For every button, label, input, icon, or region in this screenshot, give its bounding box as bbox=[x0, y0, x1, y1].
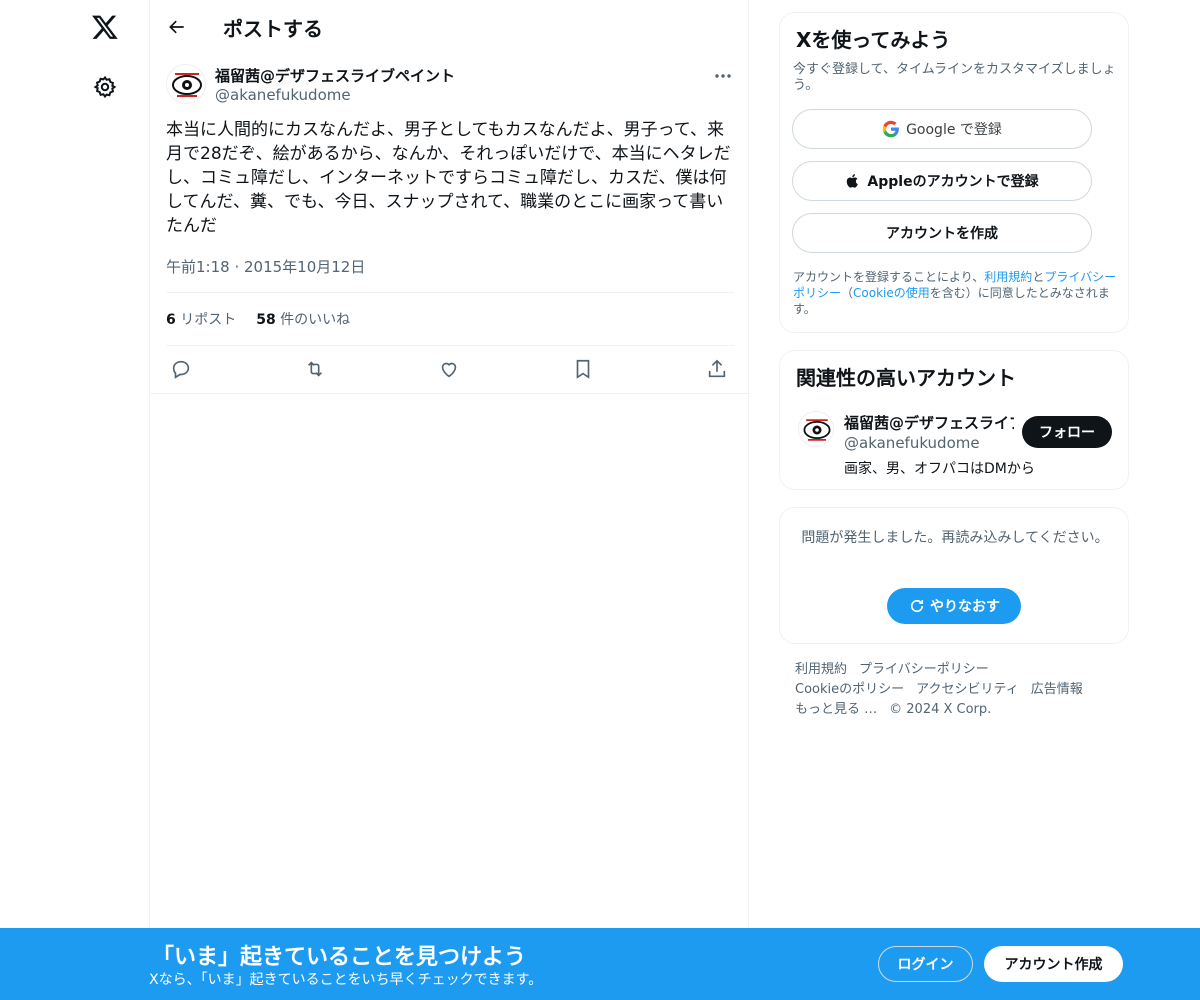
divider bbox=[166, 292, 734, 293]
repost-label: リポスト bbox=[180, 312, 237, 328]
reply-icon[interactable] bbox=[166, 356, 196, 382]
retry-button[interactable]: やりなおす bbox=[887, 588, 1021, 624]
more-options-icon[interactable] bbox=[710, 66, 736, 86]
like-label: 件のいいね bbox=[280, 312, 351, 328]
tweet-author: 福留茜@デザフェスライブペイント @akanefukudome bbox=[166, 64, 736, 108]
footer-ads-link[interactable]: 広告情報 bbox=[1031, 682, 1083, 697]
google-icon bbox=[882, 120, 899, 138]
repost-icon[interactable] bbox=[300, 356, 330, 382]
banner-title: 「いま」起きていることを見つけよう bbox=[152, 945, 527, 970]
tweet-actions bbox=[166, 356, 734, 382]
footer-terms-link[interactable]: 利用規約 bbox=[795, 662, 847, 677]
copyright: © 2024 X Corp. bbox=[889, 702, 992, 717]
page-header: ポストする bbox=[150, 0, 750, 53]
footer-privacy-link[interactable]: プライバシーポリシー bbox=[859, 662, 989, 677]
signup-subtitle: 今すぐ登録して、タイムラインをカスタマイズしましょう。 bbox=[793, 62, 1116, 93]
google-signup-button[interactable]: Google で登録 bbox=[792, 109, 1092, 149]
related-account-name[interactable]: 福留茜@デザフェスライブペイント bbox=[844, 412, 1014, 433]
avatar[interactable] bbox=[166, 64, 206, 104]
follow-button[interactable]: フォロー bbox=[1022, 416, 1112, 448]
author-handle[interactable]: @akanefukudome bbox=[215, 86, 351, 104]
apple-icon bbox=[847, 174, 859, 188]
signup-card: Xを使ってみよう 今すぐ登録して、タイムラインをカスタマイズしましょう。 Goo… bbox=[779, 12, 1129, 333]
repost-stat[interactable]: 6 リポスト bbox=[166, 309, 236, 329]
tweet-timestamp[interactable]: 午前1:18 · 2015年10月12日 bbox=[166, 256, 365, 277]
footer-more-link[interactable]: もっと見る … bbox=[795, 702, 877, 717]
footer-accessibility-link[interactable]: アクセシビリティ bbox=[916, 682, 1019, 697]
create-account-button[interactable]: アカウントを作成 bbox=[792, 213, 1092, 253]
avatar[interactable] bbox=[798, 411, 834, 447]
apple-signup-label: Appleのアカウントで登録 bbox=[867, 174, 1039, 190]
like-stat[interactable]: 58 件のいいね bbox=[256, 309, 350, 329]
google-signup-label: Google で登録 bbox=[906, 122, 1002, 138]
retry-label: やりなおす bbox=[930, 599, 1000, 615]
page-title: ポストする bbox=[223, 17, 323, 41]
terms-and: と bbox=[1032, 270, 1045, 284]
back-arrow-icon[interactable] bbox=[162, 12, 192, 42]
tweet-stats: 6 リポスト 58 件のいいね bbox=[166, 309, 350, 329]
bookmark-icon[interactable] bbox=[568, 356, 598, 382]
login-button[interactable]: ログイン bbox=[878, 946, 973, 982]
banner-create-account-button[interactable]: アカウント作成 bbox=[984, 946, 1123, 982]
apple-signup-button[interactable]: Appleのアカウントで登録 bbox=[792, 161, 1092, 201]
footer-links: 利用規約 プライバシーポリシー Cookieのポリシー アクセシビリティ 広告情報 も… bbox=[795, 660, 1125, 720]
terms-paren: （ bbox=[841, 286, 854, 300]
left-nav bbox=[0, 0, 150, 1000]
terms-text: アカウントを登録することにより、利用規約とプライバシーポリシー（Cookieの使… bbox=[793, 269, 1118, 317]
terms-pre: アカウントを登録することにより、 bbox=[793, 270, 985, 284]
x-logo-icon[interactable] bbox=[88, 10, 122, 44]
main-column: ポストする 福留茜@デザフェスライブペイント @akanefukudome 本当… bbox=[149, 0, 750, 1000]
author-name[interactable]: 福留茜@デザフェスライブペイント bbox=[215, 65, 455, 86]
repost-count: 6 bbox=[166, 312, 176, 328]
banner-subtitle: Xなら、「いま」起きていることをいち早くチェックできます。 bbox=[149, 972, 543, 988]
share-icon[interactable] bbox=[702, 356, 732, 382]
related-title: 関連性の高いアカウント bbox=[796, 366, 1016, 390]
cookie-link[interactable]: Cookieの使用 bbox=[853, 286, 930, 300]
like-count: 58 bbox=[256, 312, 276, 328]
footer-cookie-link[interactable]: Cookieのポリシー bbox=[795, 682, 904, 697]
gear-icon[interactable] bbox=[90, 72, 120, 102]
refresh-icon bbox=[910, 599, 924, 613]
signup-title: Xを使ってみよう bbox=[796, 28, 951, 52]
create-account-label: アカウントを作成 bbox=[886, 226, 998, 242]
terms-link[interactable]: 利用規約 bbox=[984, 270, 1032, 284]
divider bbox=[150, 393, 750, 394]
error-message: 問題が発生しました。再読み込みしてください。 bbox=[801, 530, 1109, 546]
related-accounts-card: 関連性の高いアカウント 福留茜@デザフェスライブペイント @akanefukud… bbox=[779, 350, 1129, 490]
tweet-text: 本当に人間的にカスなんだよ、男子としてもカスなんだよ、男子って、来月で28だぞ、… bbox=[166, 120, 731, 236]
related-account-bio: 画家、男、オフパコはDMから bbox=[844, 461, 1035, 477]
like-icon[interactable] bbox=[434, 356, 464, 382]
related-account-handle[interactable]: @akanefukudome bbox=[844, 434, 980, 452]
divider bbox=[166, 345, 734, 346]
bottom-banner: 「いま」起きていることを見つけよう Xなら、「いま」起きていることをいち早くチェ… bbox=[0, 928, 1200, 1000]
error-card: 問題が発生しました。再読み込みしてください。 やりなおす bbox=[779, 507, 1129, 644]
